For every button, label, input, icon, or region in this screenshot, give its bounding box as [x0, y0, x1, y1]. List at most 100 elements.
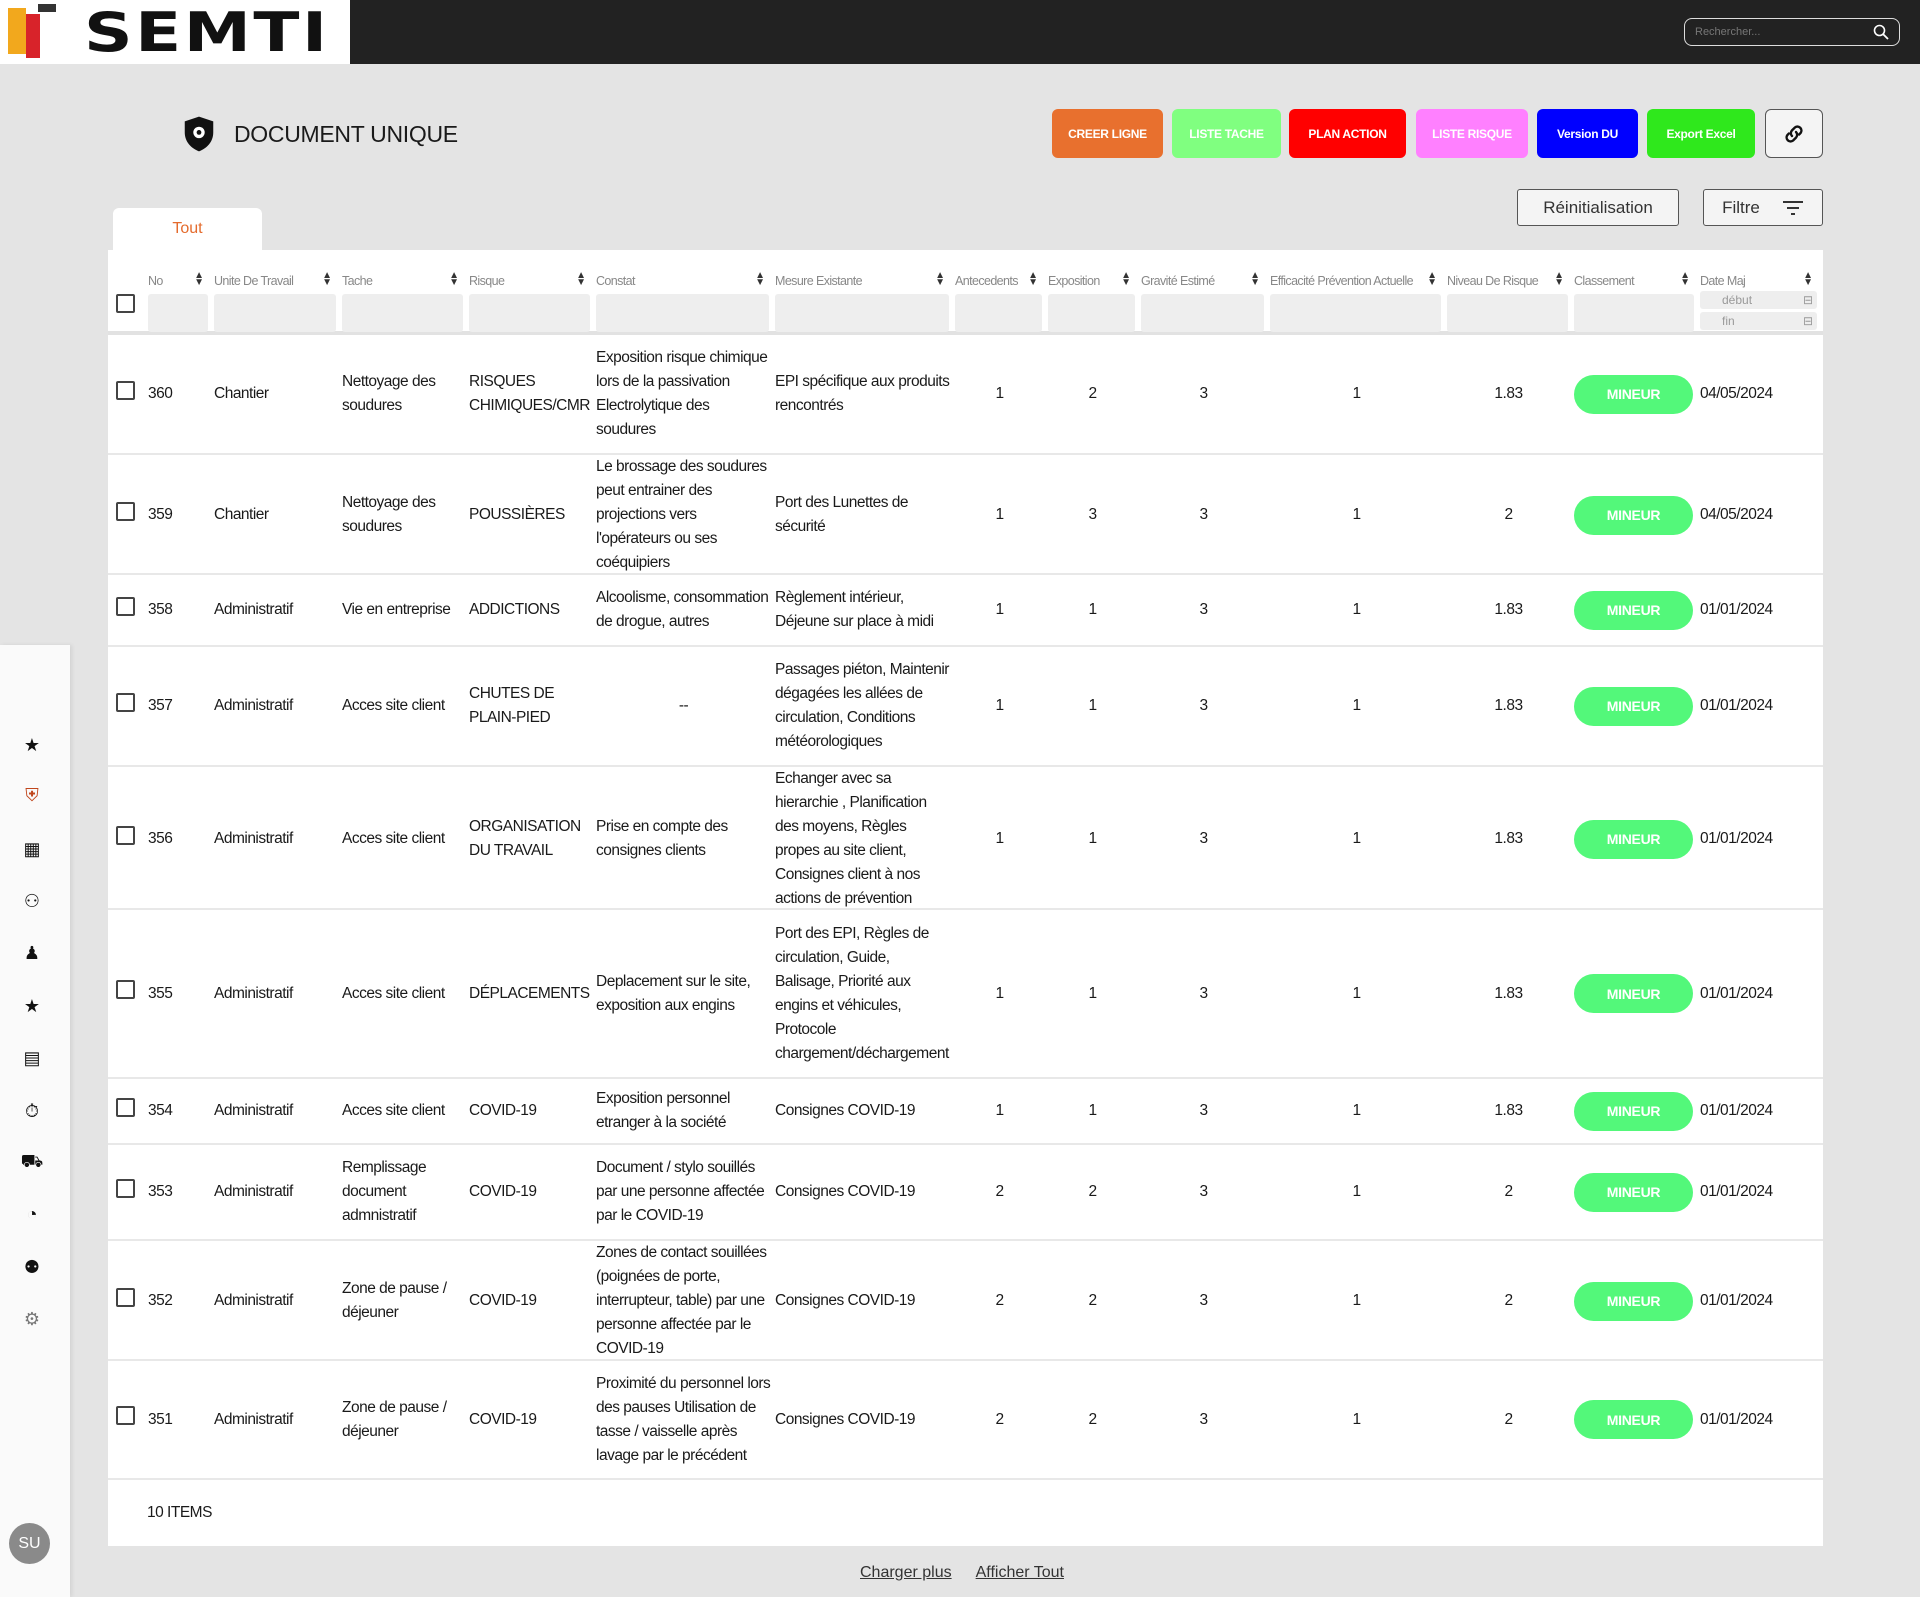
create-line-button[interactable]: CREER LIGNE: [1052, 109, 1163, 158]
avatar[interactable]: SU: [9, 1523, 50, 1564]
column-label[interactable]: Risque: [469, 274, 590, 288]
version-du-button[interactable]: Version DU: [1537, 109, 1638, 158]
semti-logo[interactable]: SEMTI: [0, 0, 350, 64]
row-checkbox[interactable]: [116, 1406, 135, 1425]
row-checkbox[interactable]: [116, 1097, 135, 1117]
cell-niveau: 1.83: [1494, 830, 1523, 847]
risk-list-button[interactable]: LISTE RISQUE: [1416, 109, 1528, 158]
table-row[interactable]: 354 Administratif Acces site client COVID-1…: [108, 1079, 1823, 1145]
star-badge-icon[interactable]: ★: [20, 994, 44, 1018]
column-filter-input[interactable]: [955, 294, 1042, 332]
column-label[interactable]: Niveau De Risque: [1447, 274, 1568, 288]
column-label[interactable]: Date Maj: [1700, 274, 1817, 288]
star-badge-icon[interactable]: ★: [20, 733, 44, 757]
column-label[interactable]: Tache: [342, 274, 463, 288]
column-filter-input[interactable]: [1141, 294, 1264, 332]
row-checkbox[interactable]: [116, 692, 135, 712]
sort-icon[interactable]: ▲ ▼: [1803, 271, 1813, 288]
action-plan-button[interactable]: PLAN ACTION: [1289, 109, 1406, 158]
team-icon[interactable]: ⚉: [20, 1255, 44, 1279]
calendar-icon[interactable]: ⊟: [1803, 293, 1813, 307]
table-row[interactable]: 353 Administratif Remplissage document adm…: [108, 1145, 1823, 1241]
row-checkbox[interactable]: [116, 980, 135, 999]
column-label[interactable]: Unite De Travail: [214, 274, 336, 288]
column-filter-input[interactable]: [1270, 294, 1441, 332]
search-box[interactable]: [1684, 18, 1900, 46]
link-button[interactable]: [1765, 109, 1823, 158]
user-tie-icon[interactable]: ♟: [20, 941, 44, 965]
row-checkbox[interactable]: [116, 501, 135, 521]
tab-tout[interactable]: Tout: [113, 208, 262, 250]
column-filter-input[interactable]: [1447, 294, 1568, 332]
task-list-button[interactable]: LISTE TACHE: [1172, 109, 1281, 158]
table-row[interactable]: 352 Administratif Zone de pause / déjeuner…: [108, 1241, 1823, 1361]
table-row[interactable]: 358 Administratif Vie en entreprise ADDICTI…: [108, 575, 1823, 647]
table-row[interactable]: 357 Administratif Acces site client CHUTES …: [108, 647, 1823, 767]
sort-icon[interactable]: ▲ ▼: [935, 271, 945, 288]
row-select-cell: [108, 596, 148, 624]
row-checkbox[interactable]: [116, 380, 135, 400]
column-label[interactable]: Efficacité Prévention Actuelle: [1270, 274, 1441, 288]
table-row[interactable]: 356 Administratif Acces site client ORGANIS…: [108, 767, 1823, 910]
column-filter-input[interactable]: [1048, 294, 1135, 332]
calendar-icon[interactable]: ⊟: [1803, 314, 1813, 328]
gears-icon[interactable]: ⚙: [20, 1307, 44, 1331]
column-filter-input[interactable]: [596, 294, 769, 332]
select-all-checkbox[interactable]: [116, 294, 135, 313]
table-row[interactable]: 359 Chantier Nettoyage des soudures POUSSIÈ…: [108, 455, 1823, 575]
shield-gear-icon[interactable]: ⛨: [20, 783, 44, 807]
cell-exposition: 2: [1088, 1410, 1097, 1428]
sort-icon[interactable]: ▲ ▼: [576, 271, 586, 288]
sort-icon[interactable]: ▲ ▼: [194, 271, 204, 288]
column-label[interactable]: Mesure Existante: [775, 274, 949, 288]
table-row[interactable]: 360 Chantier Nettoyage des soudures RISQUES…: [108, 335, 1823, 455]
filter-button[interactable]: Filtre: [1703, 189, 1823, 226]
search-input[interactable]: [1695, 26, 1873, 38]
sort-icon[interactable]: ▲ ▼: [1250, 271, 1260, 288]
column-label[interactable]: Gravité Estimé: [1141, 274, 1264, 288]
excavator-icon[interactable]: ⛟: [20, 1151, 44, 1175]
cell-no: 353: [148, 1183, 173, 1200]
sort-icon[interactable]: ▲ ▼: [322, 271, 332, 288]
cell-niveau: 2: [1504, 1183, 1513, 1200]
sort-icon[interactable]: ▲ ▼: [1427, 271, 1437, 288]
reset-button[interactable]: Réinitialisation: [1517, 189, 1679, 226]
search-icon[interactable]: [1873, 24, 1889, 40]
row-checkbox[interactable]: [116, 825, 135, 845]
stopwatch-icon[interactable]: ⏱: [20, 1099, 44, 1123]
cell-mesure: Port des EPI, Règles de circulation, Gui…: [775, 924, 949, 1062]
load-more-link[interactable]: Charger plus: [860, 1564, 952, 1582]
sort-icon[interactable]: ▲ ▼: [755, 271, 765, 288]
column-filter-input[interactable]: [214, 294, 336, 332]
date-start-filter[interactable]: début ⊟: [1700, 291, 1817, 309]
link-icon: [1785, 124, 1803, 143]
cell-constat: --: [678, 697, 689, 714]
cell-exposition: 1: [1088, 1102, 1097, 1119]
calendar-icon[interactable]: ▦: [20, 837, 44, 861]
column-filter-input[interactable]: [775, 294, 949, 332]
column-label[interactable]: Classement: [1574, 274, 1694, 288]
row-checkbox[interactable]: [116, 596, 135, 616]
user-star-icon[interactable]: ⚇: [20, 889, 44, 913]
column-label[interactable]: Constat: [596, 274, 769, 288]
sort-icon[interactable]: ▲ ▼: [1554, 271, 1564, 288]
logo-mark-icon: [8, 4, 66, 60]
row-checkbox[interactable]: [116, 1287, 135, 1307]
column-filter-input[interactable]: [342, 294, 463, 332]
table-row[interactable]: 355 Administratif Acces site client DÉPLACE…: [108, 910, 1823, 1079]
column-filter-input[interactable]: [148, 294, 208, 332]
sort-icon[interactable]: ▲ ▼: [1028, 271, 1038, 288]
column-filter-input[interactable]: [1574, 294, 1694, 332]
row-checkbox[interactable]: [116, 1178, 135, 1198]
invoice-icon[interactable]: ▤: [20, 1046, 44, 1070]
table-row[interactable]: 351 Administratif Zone de pause / déjeuner…: [108, 1361, 1823, 1480]
sort-icon[interactable]: ▲ ▼: [449, 271, 459, 288]
date-end-filter[interactable]: fin ⊟: [1700, 312, 1817, 330]
pie-chart-icon[interactable]: ◔: [20, 1202, 44, 1226]
cell-mesure: Port des Lunettes de sécurité: [775, 494, 909, 535]
export-excel-button[interactable]: Export Excel: [1647, 109, 1755, 158]
sort-icon[interactable]: ▲ ▼: [1121, 271, 1131, 288]
sort-icon[interactable]: ▲ ▼: [1680, 271, 1690, 288]
column-filter-input[interactable]: [469, 294, 590, 332]
show-all-link[interactable]: Afficher Tout: [976, 1564, 1064, 1582]
